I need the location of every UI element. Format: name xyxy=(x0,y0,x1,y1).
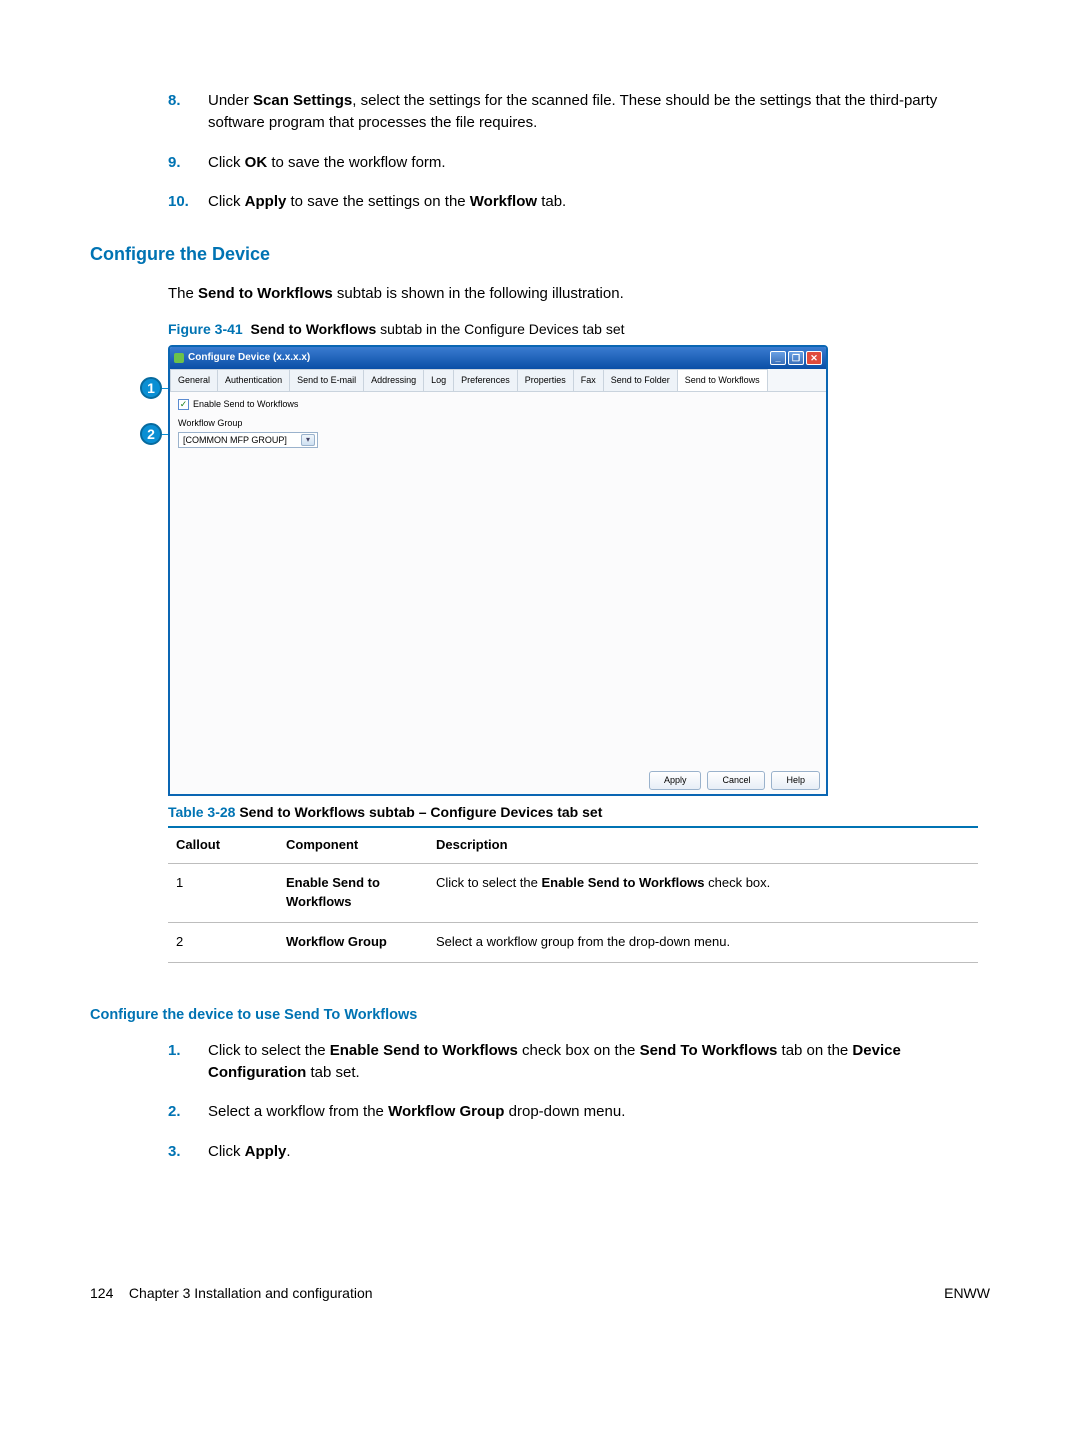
table-row: 2 Workflow Group Select a workflow group… xyxy=(168,923,978,963)
heading-configure-device: Configure the Device xyxy=(90,241,990,267)
close-icon[interactable]: ✕ xyxy=(806,351,822,365)
step-number: 10. xyxy=(168,191,208,213)
tab-general[interactable]: General xyxy=(170,369,217,391)
steps-top: 8. Under Scan Settings, select the setti… xyxy=(168,90,990,213)
tabs-row: General Authentication Send to E-mail Ad… xyxy=(170,369,826,392)
workflow-group-dropdown[interactable]: [COMMON MFP GROUP] ▾ xyxy=(178,432,318,448)
apply-button[interactable]: Apply xyxy=(649,771,702,790)
tab-log[interactable]: Log xyxy=(423,369,453,391)
th-callout: Callout xyxy=(168,827,278,863)
step-number: 3. xyxy=(168,1141,208,1163)
step-text: Click Apply. xyxy=(208,1141,990,1163)
step-number: 2. xyxy=(168,1101,208,1123)
workflow-group-value: [COMMON MFP GROUP] xyxy=(183,434,287,447)
configure-device-window: Configure Device (x.x.x.x) _ ❐ ✕ General… xyxy=(168,345,828,796)
step-9: 9. Click OK to save the workflow form. xyxy=(168,152,990,174)
th-component: Component xyxy=(278,827,428,863)
callout-1: 1 xyxy=(140,377,162,399)
step-b2: 2. Select a workflow from the Workflow G… xyxy=(168,1101,990,1123)
step-text: Click OK to save the workflow form. xyxy=(208,152,990,174)
step-b1: 1. Click to select the Enable Send to Wo… xyxy=(168,1040,990,1084)
app-icon xyxy=(174,353,184,363)
tab-properties[interactable]: Properties xyxy=(517,369,573,391)
step-b3: 3. Click Apply. xyxy=(168,1141,990,1163)
tab-addressing[interactable]: Addressing xyxy=(363,369,423,391)
step-number: 1. xyxy=(168,1040,208,1084)
tab-send-workflows[interactable]: Send to Workflows xyxy=(677,369,768,391)
th-description: Description xyxy=(428,827,978,863)
steps-bottom: 1. Click to select the Enable Send to Wo… xyxy=(168,1040,990,1163)
footer-right: ENWW xyxy=(944,1283,990,1303)
window-title: Configure Device (x.x.x.x) xyxy=(188,351,310,366)
table-row: 1 Enable Send to Workflows Click to sele… xyxy=(168,864,978,923)
description-table: Callout Component Description 1 Enable S… xyxy=(168,826,978,962)
step-number: 8. xyxy=(168,90,208,134)
step-text: Click Apply to save the settings on the … xyxy=(208,191,990,213)
maximize-icon[interactable]: ❐ xyxy=(788,351,804,365)
intro-paragraph: The Send to Workflows subtab is shown in… xyxy=(168,283,990,305)
page-footer: 124 Chapter 3 Installation and configura… xyxy=(90,1283,990,1303)
screenshot-wrapper: 1 2 Configure Device (x.x.x.x) _ ❐ ✕ Gen… xyxy=(168,345,990,796)
tab-preferences[interactable]: Preferences xyxy=(453,369,517,391)
enable-send-workflows-label: Enable Send to Workflows xyxy=(193,398,298,411)
tab-send-folder[interactable]: Send to Folder xyxy=(603,369,677,391)
chapter-label: Chapter 3 Installation and configuration xyxy=(129,1285,373,1301)
step-text: Click to select the Enable Send to Workf… xyxy=(208,1040,990,1084)
tab-authentication[interactable]: Authentication xyxy=(217,369,289,391)
step-8: 8. Under Scan Settings, select the setti… xyxy=(168,90,990,134)
table-caption: Table 3-28 Send to Workflows subtab – Co… xyxy=(168,802,990,822)
tab-fax[interactable]: Fax xyxy=(573,369,603,391)
step-number: 9. xyxy=(168,152,208,174)
cancel-button[interactable]: Cancel xyxy=(707,771,765,790)
figure-caption: Figure 3-41 Send to Workflows subtab in … xyxy=(168,319,990,339)
tab-panel-body: ✓ Enable Send to Workflows Workflow Grou… xyxy=(170,392,826,794)
page-number: 124 xyxy=(90,1285,113,1301)
step-10: 10. Click Apply to save the settings on … xyxy=(168,191,990,213)
chevron-down-icon[interactable]: ▾ xyxy=(301,434,315,446)
callout-2: 2 xyxy=(140,423,162,445)
minimize-icon[interactable]: _ xyxy=(770,351,786,365)
workflow-group-label: Workflow Group xyxy=(178,417,818,430)
window-titlebar: Configure Device (x.x.x.x) _ ❐ ✕ xyxy=(170,347,826,369)
step-text: Select a workflow from the Workflow Grou… xyxy=(208,1101,990,1123)
tab-send-email[interactable]: Send to E-mail xyxy=(289,369,363,391)
step-text: Under Scan Settings, select the settings… xyxy=(208,90,990,134)
help-button[interactable]: Help xyxy=(771,771,820,790)
enable-send-workflows-checkbox[interactable]: ✓ xyxy=(178,399,189,410)
heading-configure-device-workflows: Configure the device to use Send To Work… xyxy=(90,1005,990,1026)
